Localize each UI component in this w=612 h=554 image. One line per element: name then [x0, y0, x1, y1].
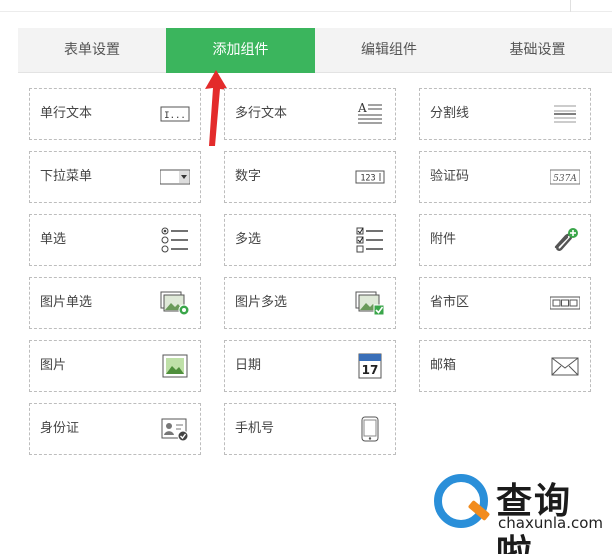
component-label: 图片多选 — [235, 295, 288, 310]
component-divider[interactable]: 分割线 — [419, 88, 591, 140]
component-number[interactable]: 数字 123 — [224, 151, 396, 203]
component-image[interactable]: 图片 — [29, 340, 201, 392]
svg-text:17: 17 — [362, 363, 379, 377]
svg-text:123: 123 — [360, 174, 375, 184]
component-dropdown[interactable]: 下拉菜单 — [29, 151, 201, 203]
component-image-radio[interactable]: 图片单选 — [29, 277, 201, 329]
watermark-brand: 查询啦 — [496, 481, 573, 554]
dropdown-icon — [160, 169, 190, 185]
tab-edit-component[interactable]: 编辑组件 — [315, 28, 463, 73]
component-label: 单行文本 — [40, 106, 93, 121]
captcha-icon: 537A — [550, 169, 580, 185]
component-label: 图片 — [40, 358, 67, 373]
watermark-logo: 查询啦 chaxunla.com — [434, 470, 604, 554]
image-checkbox-icon — [355, 291, 385, 316]
component-label: 身份证 — [40, 421, 80, 436]
email-icon — [551, 357, 579, 376]
svg-text:I...: I... — [164, 111, 186, 121]
svg-text:537A: 537A — [553, 174, 577, 184]
component-captcha[interactable]: 验证码 537A — [419, 151, 591, 203]
component-date[interactable]: 日期 17 — [224, 340, 396, 392]
checkbox-icon — [356, 227, 383, 253]
attachment-icon — [554, 228, 578, 251]
calendar-icon: 17 — [358, 353, 382, 379]
component-label: 数字 — [235, 169, 262, 184]
tab-add-component[interactable]: 添加组件 — [166, 28, 315, 73]
component-label: 分割线 — [430, 106, 470, 121]
multi-line-text-icon: A — [357, 101, 382, 124]
region-icon — [550, 296, 580, 310]
top-strip — [0, 0, 612, 12]
component-label: 验证码 — [430, 169, 470, 184]
component-label: 附件 — [430, 232, 457, 247]
component-image-checkbox[interactable]: 图片多选 — [224, 277, 396, 329]
id-card-icon — [161, 418, 189, 442]
component-checkbox[interactable]: 多选 — [224, 214, 396, 266]
tab-bar: 表单设置 添加组件 编辑组件 基础设置 — [18, 28, 612, 73]
component-label: 日期 — [235, 358, 262, 373]
component-label: 多选 — [235, 232, 262, 247]
watermark-search-icon — [434, 474, 488, 528]
phone-icon — [361, 416, 379, 442]
radio-icon — [161, 227, 188, 253]
component-email[interactable]: 邮箱 — [419, 340, 591, 392]
component-radio[interactable]: 单选 — [29, 214, 201, 266]
component-single-line-text[interactable]: 单行文本 I... — [29, 88, 201, 140]
divider-icon — [554, 105, 576, 123]
component-region[interactable]: 省市区 — [419, 277, 591, 329]
component-id-card[interactable]: 身份证 — [29, 403, 201, 455]
watermark-url: chaxunla.com — [498, 514, 603, 532]
tab-basic-settings[interactable]: 基础设置 — [463, 28, 612, 73]
component-attachment[interactable]: 附件 — [419, 214, 591, 266]
number-icon: 123 — [355, 170, 385, 184]
component-label: 手机号 — [235, 421, 275, 436]
component-label: 单选 — [40, 232, 67, 247]
component-label: 多行文本 — [235, 106, 288, 121]
tab-form-settings[interactable]: 表单设置 — [18, 28, 166, 73]
top-corner — [570, 0, 612, 12]
component-label: 图片单选 — [40, 295, 93, 310]
component-label: 省市区 — [430, 295, 470, 310]
single-line-text-icon: I... — [160, 106, 190, 122]
component-label: 邮箱 — [430, 358, 457, 373]
component-multi-line-text[interactable]: 多行文本 A — [224, 88, 396, 140]
component-label: 下拉菜单 — [40, 169, 93, 184]
svg-text:A: A — [357, 101, 367, 115]
image-radio-icon — [160, 291, 190, 316]
component-phone[interactable]: 手机号 — [224, 403, 396, 455]
image-icon — [162, 354, 188, 378]
